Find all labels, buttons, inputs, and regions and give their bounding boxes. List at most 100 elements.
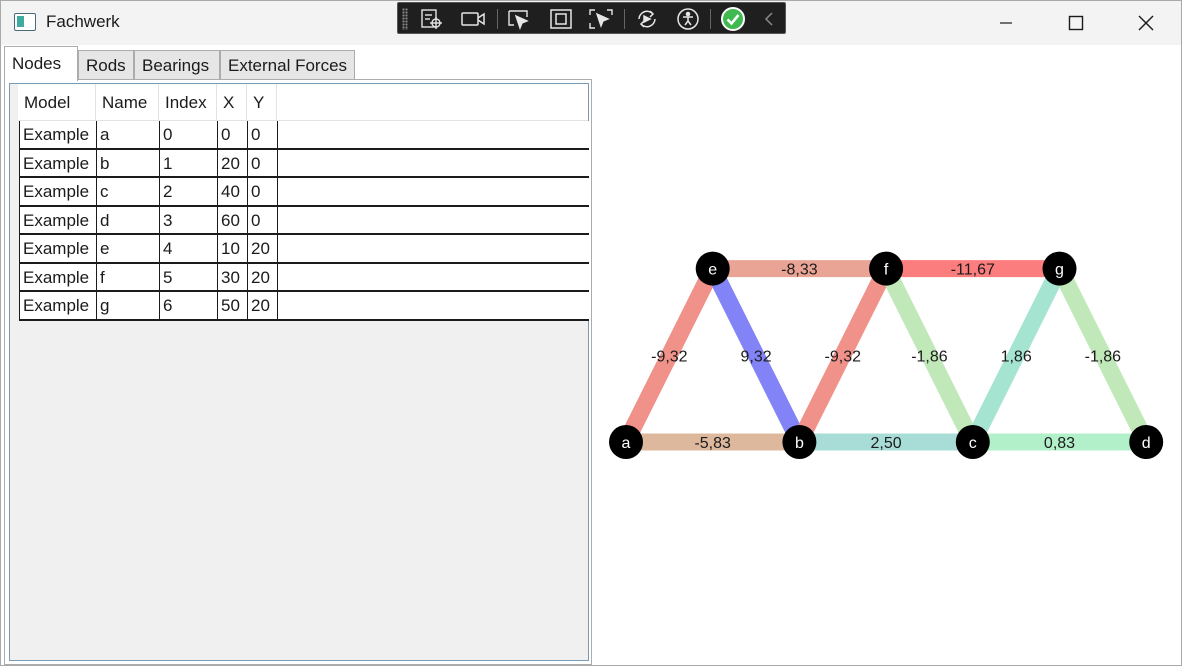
- cell-x[interactable]: 20: [218, 149, 248, 177]
- table-row[interactable]: Example b 1 20 0: [19, 149, 589, 178]
- cell-name[interactable]: b: [97, 149, 160, 177]
- select-element-button[interactable]: [418, 7, 444, 31]
- minimize-button[interactable]: [971, 1, 1041, 45]
- rod-force-label: -5,83: [694, 435, 731, 452]
- truss-node-a: a: [609, 425, 643, 459]
- close-button[interactable]: [1111, 1, 1181, 45]
- tab-bearings[interactable]: Bearings: [134, 50, 220, 80]
- node-label: c: [969, 435, 977, 452]
- maximize-button[interactable]: [1041, 1, 1111, 45]
- cell-y[interactable]: 0: [248, 206, 278, 234]
- collapse-toolbar-button[interactable]: [756, 7, 782, 31]
- close-icon: [1138, 15, 1154, 31]
- rod-force-label: -8,33: [781, 262, 818, 279]
- cell-x[interactable]: 50: [218, 292, 248, 319]
- tab-external-forces[interactable]: External Forces: [220, 50, 355, 80]
- grip-icon[interactable]: [402, 8, 408, 30]
- cell-name[interactable]: f: [97, 263, 160, 291]
- cell-name[interactable]: g: [97, 292, 160, 319]
- cell-index[interactable]: 3: [160, 206, 218, 234]
- column-header-name[interactable]: Name: [96, 84, 159, 121]
- column-header-model[interactable]: Model: [18, 84, 96, 121]
- cell-model[interactable]: Example: [19, 121, 97, 148]
- binding-status-button[interactable]: [720, 7, 746, 31]
- table-row[interactable]: Example f 5 30 20: [19, 263, 589, 292]
- rod-force-label: 2,50: [871, 435, 902, 452]
- table-row[interactable]: Example d 3 60 0: [19, 206, 589, 235]
- cell-y[interactable]: 0: [248, 178, 278, 205]
- accessibility-button[interactable]: [675, 7, 701, 31]
- layout-adorner-button[interactable]: [548, 7, 574, 31]
- hot-reload-icon: [638, 10, 656, 28]
- rod-force-label: -1,86: [1085, 348, 1122, 365]
- cell-name[interactable]: c: [97, 178, 160, 205]
- hot-reload-button[interactable]: [634, 7, 660, 31]
- truss-node-e: e: [695, 251, 730, 286]
- cell-index[interactable]: 5: [160, 263, 218, 291]
- cell-name[interactable]: d: [97, 206, 160, 234]
- cell-index[interactable]: 4: [160, 235, 218, 262]
- truss-node-g: g: [1042, 251, 1077, 286]
- cell-x[interactable]: 0: [218, 121, 248, 148]
- cell-name[interactable]: a: [97, 121, 160, 148]
- node-label: g: [1055, 262, 1064, 279]
- cell-x[interactable]: 40: [218, 178, 248, 205]
- column-header-y[interactable]: Y: [247, 84, 277, 121]
- table-row[interactable]: Example a 0 0 0: [19, 121, 589, 150]
- rod-force-label: -1,86: [911, 348, 948, 365]
- rod-force-label: -11,67: [951, 262, 995, 279]
- cell-x[interactable]: 10: [218, 235, 248, 262]
- tab-content-panel: Model Name Index X Y Example a 0 0 0 Example b…: [4, 79, 592, 665]
- cell-x[interactable]: 60: [218, 206, 248, 234]
- rod-force-label: 1,86: [1001, 348, 1032, 365]
- node-label: d: [1142, 435, 1151, 452]
- video-camera-icon: [461, 12, 485, 26]
- maximize-icon: [1068, 15, 1084, 31]
- table-row[interactable]: Example e 4 10 20: [19, 235, 589, 264]
- cell-index[interactable]: 0: [160, 121, 218, 148]
- app-icon: [14, 13, 36, 31]
- column-header-x[interactable]: X: [217, 84, 247, 121]
- cell-index[interactable]: 2: [160, 178, 218, 205]
- truss-diagram: -9,32 9,32 -9,32 -1,86 1,86 -1,86 -8,33 -11,67 -…: [609, 251, 1164, 459]
- track-focus-button[interactable]: [588, 7, 614, 31]
- cell-y[interactable]: 20: [248, 235, 278, 262]
- cell-y[interactable]: 20: [248, 292, 278, 319]
- cell-model[interactable]: Example: [19, 263, 97, 291]
- pointer-icon: [508, 10, 529, 30]
- cell-model[interactable]: Example: [19, 178, 97, 205]
- node-label: b: [795, 435, 804, 452]
- layout-adorner-icon: [550, 9, 572, 29]
- rod-force-label: 0,83: [1044, 435, 1075, 452]
- table-row[interactable]: Example g 6 50 20: [19, 292, 589, 321]
- cell-model[interactable]: Example: [19, 149, 97, 177]
- cell-index[interactable]: 1: [160, 149, 218, 177]
- cell-x[interactable]: 30: [218, 263, 248, 291]
- rod-force-label: -9,32: [651, 348, 688, 365]
- accessibility-icon: [677, 8, 699, 30]
- tab-nodes[interactable]: Nodes: [4, 46, 78, 81]
- tab-rods[interactable]: Rods: [78, 50, 134, 80]
- node-label: a: [622, 435, 631, 452]
- select-element-icon: [421, 9, 442, 29]
- cell-name[interactable]: e: [97, 235, 160, 262]
- cell-model[interactable]: Example: [19, 206, 97, 234]
- grid-header: Model Name Index X Y: [18, 84, 588, 121]
- rod-force-label: 9,32: [740, 348, 771, 365]
- track-focus-icon: [589, 9, 613, 29]
- cell-y[interactable]: 0: [248, 149, 278, 177]
- cell-index[interactable]: 6: [160, 292, 218, 319]
- cell-y[interactable]: 20: [248, 263, 278, 291]
- table-row[interactable]: Example c 2 40 0: [19, 178, 589, 207]
- rod-force-label: -9,32: [825, 348, 862, 365]
- column-header-index[interactable]: Index: [159, 84, 217, 121]
- cell-model[interactable]: Example: [19, 235, 97, 262]
- cell-model[interactable]: Example: [19, 292, 97, 319]
- window-title: Fachwerk: [46, 12, 120, 31]
- select-pointer-button[interactable]: [506, 7, 532, 31]
- cell-y[interactable]: 0: [248, 121, 278, 148]
- record-button[interactable]: [460, 7, 486, 31]
- truss-node-f: f: [869, 251, 904, 286]
- nodes-data-grid[interactable]: Model Name Index X Y Example a 0 0 0 Example b…: [9, 83, 589, 661]
- check-icon: [721, 7, 745, 31]
